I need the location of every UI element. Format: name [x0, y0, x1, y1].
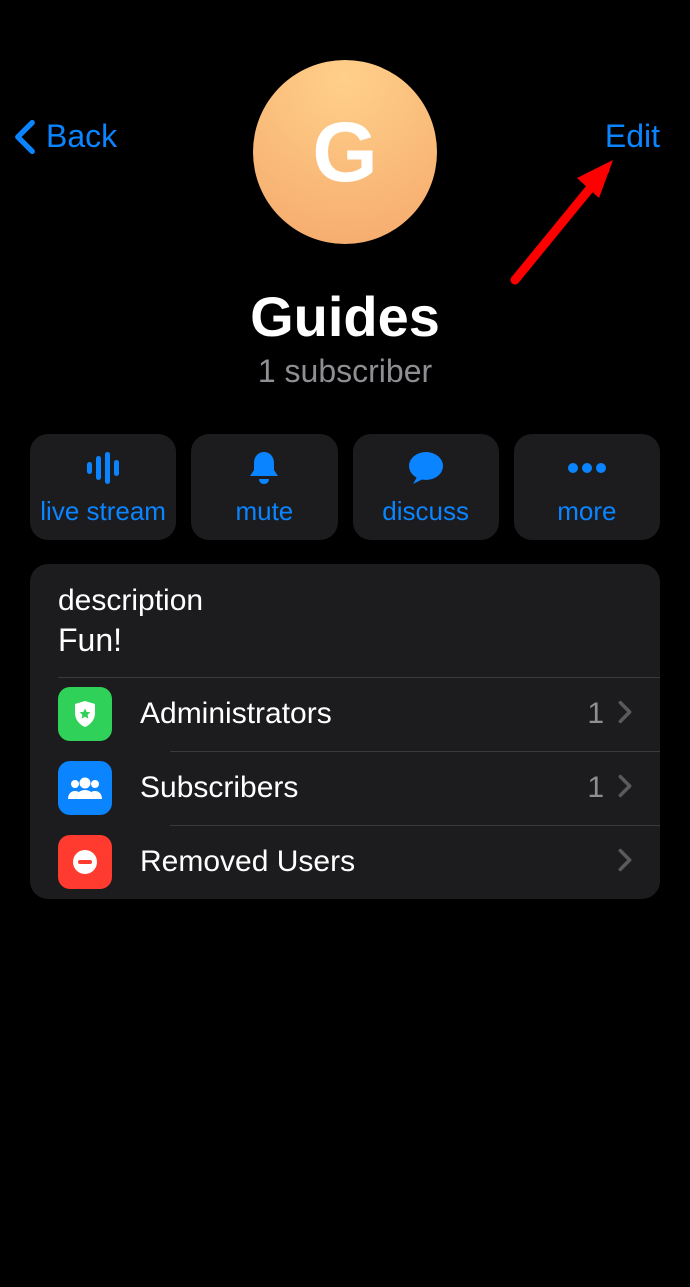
back-button[interactable]: Back [14, 118, 117, 155]
subscribers-count: 1 [587, 771, 604, 805]
subscribers-label: Subscribers [140, 771, 587, 805]
mute-button[interactable]: mute [191, 434, 337, 540]
live-stream-button[interactable]: live stream [30, 434, 176, 540]
discuss-button[interactable]: discuss [353, 434, 499, 540]
subscriber-count: 1 subscriber [0, 353, 690, 390]
chevron-right-icon [618, 774, 632, 803]
administrators-label: Administrators [140, 697, 587, 731]
back-label: Back [46, 118, 117, 155]
info-card: description Fun! Administrators 1 [30, 564, 660, 899]
annotation-arrow [505, 150, 645, 290]
edit-button[interactable]: Edit [605, 118, 660, 155]
description-block[interactable]: description Fun! [30, 564, 660, 677]
bell-icon [247, 448, 281, 488]
chevron-right-icon [618, 700, 632, 729]
more-icon [567, 448, 607, 488]
more-label: more [557, 496, 616, 527]
edit-label: Edit [605, 118, 660, 154]
chevron-right-icon [618, 848, 632, 877]
live-stream-label: live stream [40, 496, 166, 527]
people-icon [58, 761, 112, 815]
mute-label: mute [235, 496, 293, 527]
administrators-count: 1 [587, 697, 604, 731]
removed-users-label: Removed Users [140, 845, 618, 879]
channel-title: Guides [0, 284, 690, 349]
chat-bubble-icon [407, 448, 445, 488]
subscribers-row[interactable]: Subscribers 1 [30, 751, 660, 825]
description-value: Fun! [58, 622, 632, 659]
admin-badge-icon [58, 687, 112, 741]
chevron-left-icon [14, 119, 36, 155]
removed-users-row[interactable]: Removed Users [30, 825, 660, 899]
live-stream-icon [84, 448, 122, 488]
description-label: description [58, 584, 632, 618]
remove-icon [58, 835, 112, 889]
discuss-label: discuss [382, 496, 469, 527]
administrators-row[interactable]: Administrators 1 [30, 677, 660, 751]
more-button[interactable]: more [514, 434, 660, 540]
